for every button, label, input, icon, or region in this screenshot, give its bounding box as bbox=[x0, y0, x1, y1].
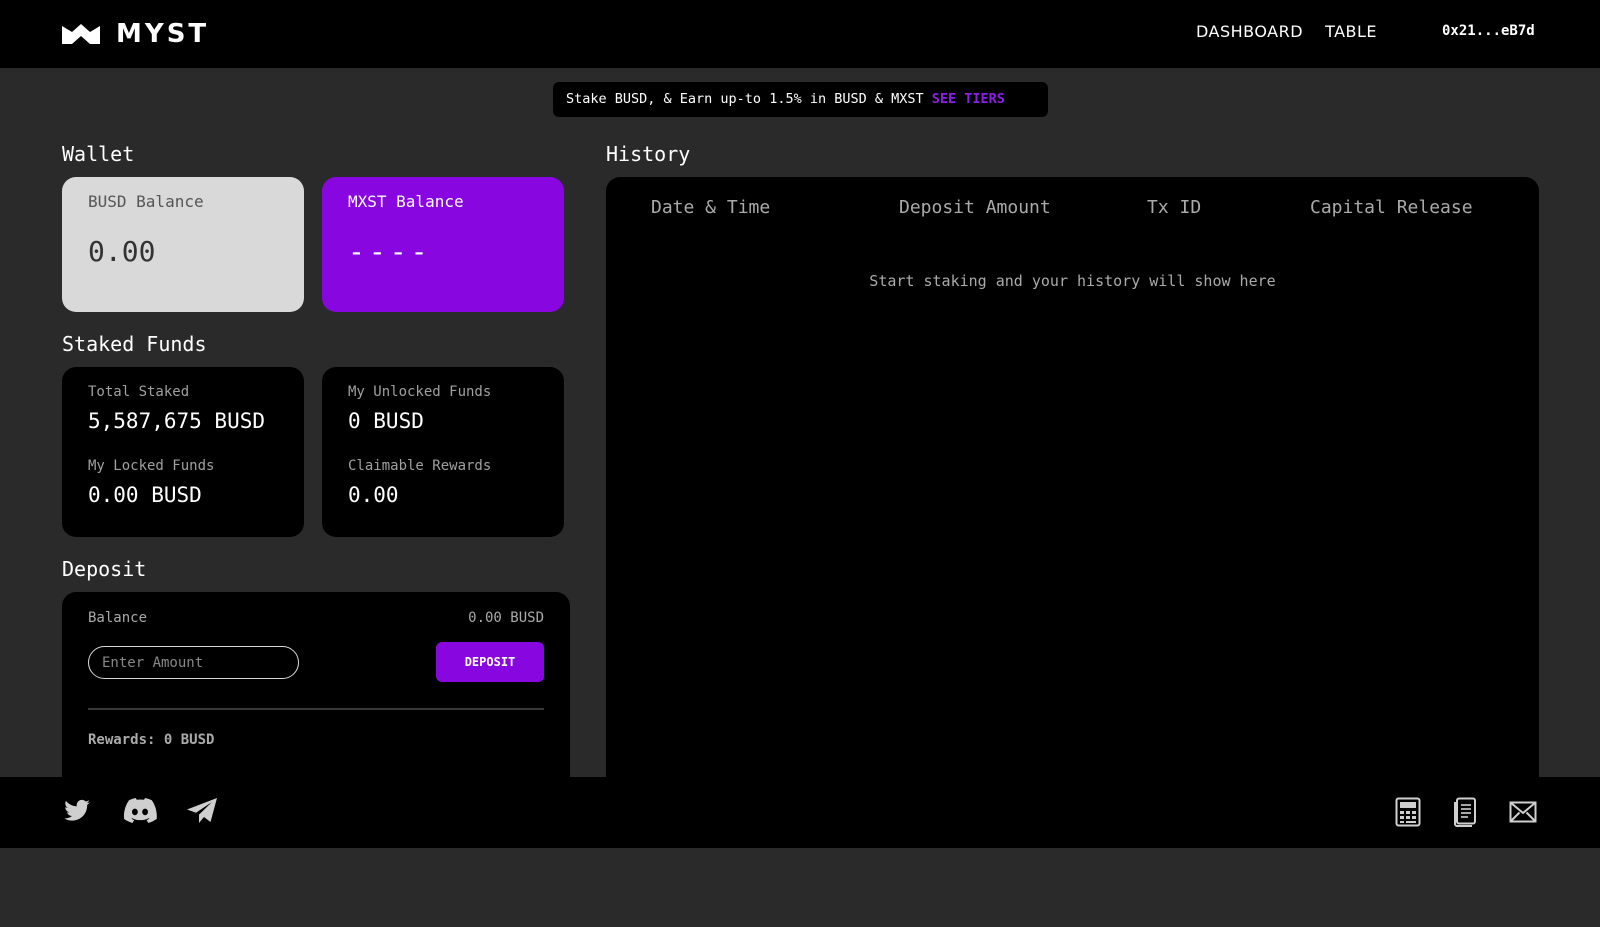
deposit-button[interactable]: DEPOSIT bbox=[436, 642, 544, 682]
column-header-capital-release: Capital Release bbox=[1310, 197, 1473, 218]
twitter-icon[interactable] bbox=[62, 797, 92, 825]
claimable-rewards-label: Claimable Rewards bbox=[348, 458, 492, 474]
logo-mark-icon bbox=[62, 24, 100, 44]
mxst-balance-label: MXST Balance bbox=[348, 192, 464, 211]
promo-banner: Stake BUSD, & Earn up-to 1.5% in BUSD & … bbox=[553, 82, 1048, 117]
logo[interactable]: MYST bbox=[62, 19, 210, 49]
total-staked-value: 5,587,675 BUSD bbox=[88, 409, 266, 433]
unlocked-funds-label: My Unlocked Funds bbox=[348, 384, 492, 400]
see-tiers-link[interactable]: SEE TIERS bbox=[932, 91, 1005, 107]
wallet-address[interactable]: 0x21...eB7d bbox=[1442, 23, 1535, 39]
claimable-rewards-value: 0.00 bbox=[348, 483, 399, 507]
staked-totals-card: Total Staked 5,587,675 BUSD My Locked Fu… bbox=[62, 367, 304, 537]
busd-balance-value: 0.00 bbox=[88, 235, 156, 268]
mxst-balance-value: ---- bbox=[348, 235, 432, 268]
deposit-title: Deposit bbox=[62, 557, 147, 581]
column-header-date: Date & Time bbox=[651, 197, 771, 218]
history-title: History bbox=[606, 142, 691, 166]
column-header-txid: Tx ID bbox=[1147, 197, 1202, 218]
top-bar: MYST DASHBOARD TABLE 0x21...eB7d bbox=[0, 0, 1600, 68]
deposit-balance-label: Balance bbox=[88, 610, 148, 626]
rewards-text: Rewards: 0 BUSD bbox=[88, 732, 215, 748]
wallet-title: Wallet bbox=[62, 142, 135, 166]
total-staked-label: Total Staked bbox=[88, 384, 190, 400]
staked-funds-title: Staked Funds bbox=[62, 332, 207, 356]
banner-text: Stake BUSD, & Earn up-to 1.5% in BUSD & … bbox=[566, 91, 932, 107]
discord-icon[interactable] bbox=[123, 797, 157, 825]
calculator-icon[interactable] bbox=[1395, 797, 1421, 827]
nav-dashboard[interactable]: DASHBOARD bbox=[1196, 22, 1303, 41]
logo-text: MYST bbox=[116, 19, 210, 49]
amount-input[interactable] bbox=[88, 646, 299, 679]
column-header-deposit: Deposit Amount bbox=[899, 197, 1051, 218]
telegram-icon[interactable] bbox=[186, 797, 218, 825]
deposit-balance-value: 0.00 BUSD bbox=[468, 610, 544, 626]
nav-table[interactable]: TABLE bbox=[1325, 22, 1377, 41]
locked-funds-label: My Locked Funds bbox=[88, 458, 215, 474]
deposit-card: Balance 0.00 BUSD DEPOSIT Rewards: 0 BUS… bbox=[62, 592, 570, 777]
main-nav: DASHBOARD TABLE bbox=[1196, 22, 1377, 41]
locked-funds-value: 0.00 BUSD bbox=[88, 483, 202, 507]
busd-balance-card: BUSD Balance 0.00 bbox=[62, 177, 304, 312]
mxst-balance-card: MXST Balance ---- bbox=[322, 177, 564, 312]
history-empty-state: Start staking and your history will show… bbox=[869, 272, 1276, 290]
document-icon[interactable] bbox=[1453, 797, 1477, 827]
unlocked-rewards-card: My Unlocked Funds 0 BUSD Claimable Rewar… bbox=[322, 367, 564, 537]
unlocked-funds-value: 0 BUSD bbox=[348, 409, 424, 433]
busd-balance-label: BUSD Balance bbox=[88, 192, 204, 211]
history-table: Date & Time Deposit Amount Tx ID Capital… bbox=[606, 177, 1539, 777]
mail-icon[interactable] bbox=[1509, 801, 1537, 823]
divider bbox=[88, 708, 544, 710]
footer bbox=[0, 777, 1600, 848]
